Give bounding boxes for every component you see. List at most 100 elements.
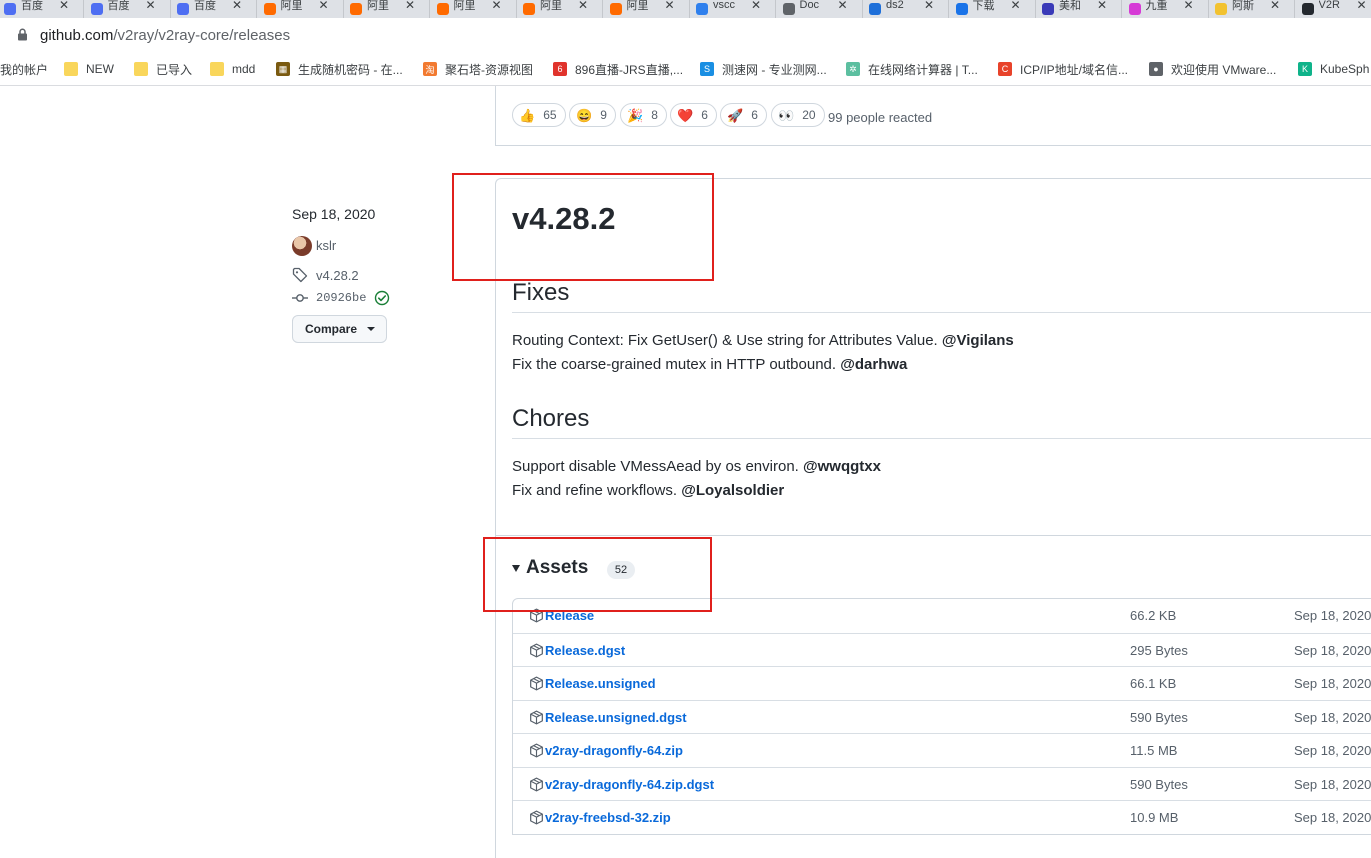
close-tab-icon[interactable]: ✕	[405, 0, 415, 12]
asset-date: Sep 18, 2020	[1294, 810, 1371, 825]
tab-label: vscc	[713, 0, 743, 11]
browser-tab[interactable]: 百度 ✕	[171, 0, 257, 18]
close-tab-icon[interactable]: ✕	[1270, 0, 1280, 12]
tab-label: 百度	[21, 0, 51, 13]
bookmark-item[interactable]: 淘聚石塔-资源视图	[423, 60, 533, 78]
browser-tab[interactable]: 阿里 ✕	[604, 0, 690, 18]
asset-download-link[interactable]: Release.unsigned.dgst	[545, 710, 687, 725]
bookmark-item[interactable]: ▦ 生成随机密码 - 在...	[276, 60, 403, 78]
bookmark-item[interactable]: S测速网 - 专业测网...	[700, 60, 827, 78]
close-tab-icon[interactable]: ✕	[146, 0, 156, 12]
reaction-count: 20	[802, 108, 815, 122]
browser-tab[interactable]: 阿里✕	[258, 0, 344, 18]
asset-row: v2ray-freebsd-32.zip10.9 MBSep 18, 2020	[513, 800, 1371, 834]
browser-tab[interactable]: 阿里✕	[344, 0, 430, 18]
bookmark-item[interactable]: 我的帐户	[0, 60, 48, 78]
close-tab-icon[interactable]: ✕	[1357, 0, 1367, 12]
mention-link[interactable]: @wwqgtxx	[803, 458, 881, 475]
tab-favicon-icon	[91, 3, 103, 15]
close-tab-icon[interactable]: ✕	[59, 0, 69, 12]
close-tab-icon[interactable]: ✕	[492, 0, 502, 12]
browser-tab[interactable]: ds2✕	[863, 0, 949, 18]
close-tab-icon[interactable]: ✕	[1097, 0, 1107, 12]
browser-tab[interactable]: 阿里✕	[431, 0, 517, 18]
url-text[interactable]: github.com/v2ray/v2ray-core/releases	[40, 27, 290, 44]
tab-label: 百度	[194, 0, 224, 13]
compare-button[interactable]: Compare	[292, 315, 387, 343]
asset-size: 11.5 MB	[1130, 743, 1177, 758]
reaction-button[interactable]: 🚀6	[720, 103, 767, 127]
close-tab-icon[interactable]: ✕	[232, 0, 242, 12]
bookmark-label: mdd	[232, 62, 255, 76]
bookmark-label: 生成随机密码 - 在...	[298, 61, 403, 78]
bookmark-item[interactable]: CICP/IP地址/域名信...	[998, 60, 1128, 78]
bookmark-item[interactable]: KKubeSph	[1298, 60, 1369, 78]
close-tab-icon[interactable]: ✕	[319, 0, 329, 12]
mention-link[interactable]: @Vigilans	[942, 332, 1014, 349]
address-bar[interactable]: github.com/v2ray/v2ray-core/releases	[0, 18, 1371, 52]
browser-tab[interactable]: 阿斯✕	[1209, 0, 1295, 18]
reaction-button[interactable]: 🎉8	[620, 103, 667, 127]
browser-tab[interactable]: 百度 ✕	[0, 0, 84, 18]
chores-heading: Chores	[512, 405, 589, 433]
asset-download-link[interactable]: v2ray-dragonfly-64.zip.dgst	[545, 777, 714, 792]
url-host: github.com	[40, 27, 113, 44]
package-icon	[529, 810, 544, 825]
tag-link[interactable]: v4.28.2	[316, 268, 359, 283]
close-tab-icon[interactable]: ✕	[1011, 0, 1021, 12]
close-tab-icon[interactable]: ✕	[838, 0, 848, 12]
mention-link[interactable]: @darhwa	[840, 356, 907, 373]
browser-tab[interactable]: 下载✕	[950, 0, 1036, 18]
folder-icon	[134, 62, 148, 76]
fix-text: Routing Context: Fix GetUser() & Use str…	[512, 332, 942, 349]
close-tab-icon[interactable]: ✕	[665, 0, 675, 12]
compare-label: Compare	[305, 322, 357, 336]
asset-download-link[interactable]: v2ray-dragonfly-64.zip	[545, 743, 683, 758]
asset-download-link[interactable]: Release.dgst	[545, 643, 625, 658]
commit-link[interactable]: 20926be	[316, 291, 366, 305]
tab-favicon-icon	[350, 3, 362, 15]
bookmark-favicon-icon: ▦	[276, 62, 290, 76]
browser-tab[interactable]: 阿里 ✕	[517, 0, 603, 18]
tab-favicon-icon	[610, 3, 622, 15]
asset-size: 590 Bytes	[1130, 710, 1188, 725]
avatar[interactable]	[292, 236, 312, 256]
reactions-section: 👍65😄9🎉8❤️6🚀6👀20 99 people reacted	[495, 86, 1371, 146]
bookmark-item[interactable]: 6896直播-JRS直播,...	[553, 60, 683, 78]
fixes-divider	[512, 312, 1371, 313]
bookmark-item[interactable]: ✲在线网络计算器 | T...	[846, 60, 978, 78]
tab-favicon-icon	[177, 3, 189, 15]
package-icon	[529, 710, 544, 725]
bookmark-item[interactable]: NEW	[64, 60, 114, 78]
reaction-count: 6	[701, 108, 708, 122]
close-tab-icon[interactable]: ✕	[578, 0, 588, 12]
close-tab-icon[interactable]: ✕	[924, 0, 934, 12]
browser-tab[interactable]: 美和✕	[1036, 0, 1122, 18]
bookmark-label: 测速网 - 专业测网...	[722, 61, 827, 78]
asset-download-link[interactable]: Release.unsigned	[545, 676, 656, 691]
browser-tab[interactable]: V2R✕	[1296, 0, 1371, 18]
bookmark-item[interactable]: ●欢迎使用 VMware...	[1149, 60, 1276, 78]
browser-tab[interactable]: Doc✕	[777, 0, 863, 18]
reaction-button[interactable]: 😄9	[569, 103, 616, 127]
bookmark-item[interactable]: mdd	[210, 60, 255, 78]
bookmark-item[interactable]: 已导入	[134, 60, 192, 78]
reaction-emoji-icon: ❤️	[677, 109, 693, 122]
reaction-button[interactable]: 👀20	[771, 103, 825, 127]
tab-label: 阿里	[627, 0, 657, 13]
author-link[interactable]: kslr	[316, 238, 336, 253]
browser-tab[interactable]: vscc ✕	[690, 0, 776, 18]
tab-label: 阿里	[540, 0, 570, 13]
close-tab-icon[interactable]: ✕	[751, 0, 761, 12]
chores-divider	[512, 438, 1371, 439]
reaction-count: 8	[651, 108, 658, 122]
browser-tab[interactable]: 百度✕	[85, 0, 171, 18]
annotation-box-assets	[483, 537, 712, 612]
reaction-button[interactable]: 👍65	[512, 103, 566, 127]
mention-link[interactable]: @Loyalsoldier	[681, 482, 784, 499]
reaction-button[interactable]: ❤️ 6	[670, 103, 717, 127]
asset-download-link[interactable]: v2ray-freebsd-32.zip	[545, 810, 671, 825]
tab-favicon-icon	[1042, 3, 1054, 15]
browser-tab[interactable]: 九重✕	[1123, 0, 1209, 18]
close-tab-icon[interactable]: ✕	[1184, 0, 1194, 12]
